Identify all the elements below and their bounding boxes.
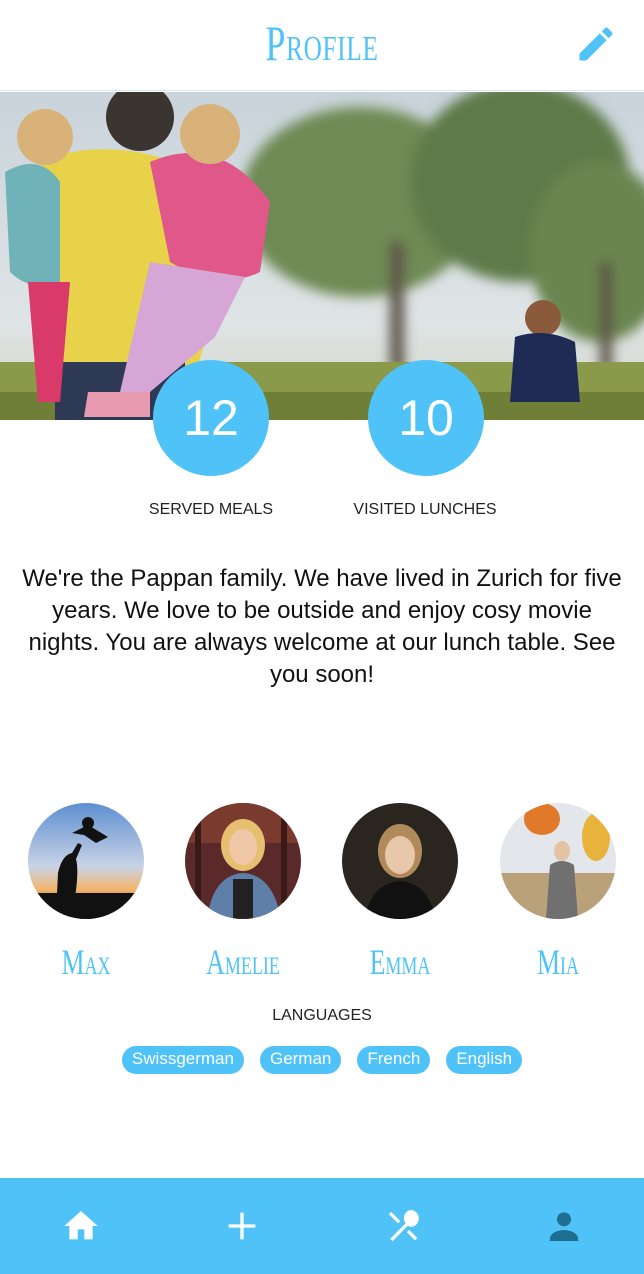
app-header: Profile (0, 0, 644, 91)
avatar[interactable] (500, 803, 616, 919)
language-chip-swissgerman[interactable]: Swissgerman (121, 1046, 244, 1074)
nav-lunches-button[interactable] (363, 1186, 443, 1266)
family-cover-photo (0, 92, 644, 420)
nav-add-button[interactable] (202, 1186, 282, 1266)
avatar[interactable] (185, 803, 301, 919)
family-member[interactable]: Max (28, 803, 144, 983)
member-name: Emma (369, 942, 431, 982)
visited-lunches-label: VISITED LUNCHES (353, 501, 497, 518)
language-chip-english[interactable]: English (446, 1046, 523, 1074)
language-chip-german[interactable]: German (259, 1046, 342, 1074)
person-icon (549, 1212, 578, 1241)
family-member[interactable]: Emma (342, 803, 458, 983)
member-name: Amelie (206, 942, 280, 982)
family-description: We're the Pappan family. We have lived i… (22, 565, 622, 688)
languages-heading: LANGUAGES (272, 1007, 372, 1024)
plus-icon (228, 1212, 255, 1240)
visited-lunches-count: 10 (368, 360, 484, 476)
member-name: Max (61, 942, 111, 982)
home-icon (63, 1211, 98, 1240)
served-meals-label: SERVED MEALS (148, 501, 274, 518)
language-chips: Swissgerman German French English (0, 1046, 644, 1074)
pencil-icon (579, 27, 613, 61)
edit-profile-button[interactable] (574, 22, 618, 66)
nav-home-button[interactable] (41, 1186, 121, 1266)
cutlery-icon (388, 1210, 419, 1242)
family-member[interactable]: Amelie (185, 803, 301, 983)
served-meals-count: 12 (153, 360, 269, 476)
family-member[interactable]: Mia (500, 803, 616, 983)
avatar[interactable] (28, 803, 144, 919)
member-name: Mia (536, 942, 580, 982)
avatar[interactable] (342, 803, 458, 919)
bottom-navigation (0, 1178, 644, 1274)
language-chip-french[interactable]: French (357, 1046, 431, 1074)
nav-profile-button[interactable] (524, 1186, 604, 1266)
page-title: Profile (265, 15, 379, 71)
